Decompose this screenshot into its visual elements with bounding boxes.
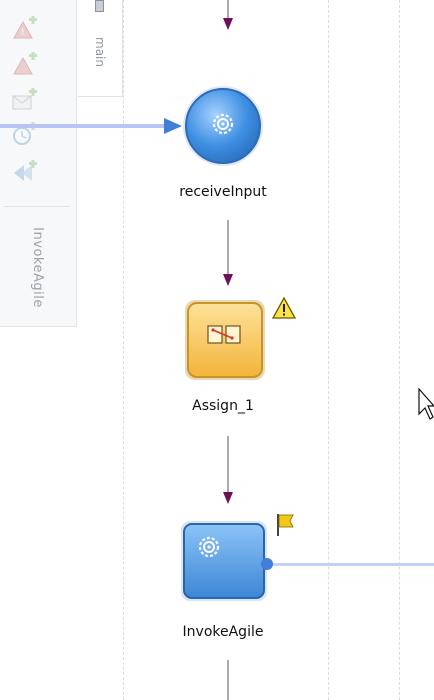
flow-connector: [223, 436, 233, 504]
flag-icon[interactable]: [277, 514, 294, 536]
partner-link-connector: [261, 558, 434, 570]
flow-connector: [223, 220, 233, 286]
mouse-cursor-icon: [418, 388, 434, 420]
receive-activity[interactable]: [183, 86, 263, 166]
warning-icon[interactable]: [271, 296, 297, 319]
activity-label-invoke: InvokeAgile: [182, 624, 264, 640]
partner-link-connector: [0, 118, 182, 134]
assign-activity[interactable]: [185, 300, 265, 380]
flow-connector: [223, 0, 233, 30]
activity-label-receive: receiveInput: [179, 184, 267, 200]
invoke-activity[interactable]: [181, 521, 267, 601]
activity-label-assign: Assign_1: [192, 398, 254, 414]
process-canvas: [0, 0, 434, 700]
